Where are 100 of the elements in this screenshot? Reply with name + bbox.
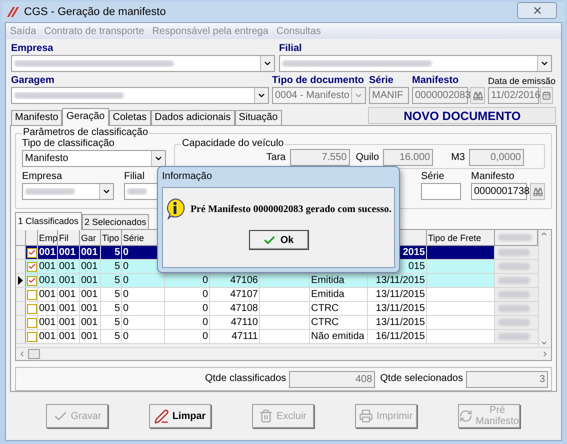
blurred-value — [498, 277, 530, 284]
table-cell: CTRC — [311, 316, 339, 328]
table-row[interactable]: 001 001 001 5 0 0 47108 CTRC 13/11/2015 — [16, 302, 538, 316]
tab[interactable]: Manifesto — [11, 110, 62, 125]
blurred-value — [498, 305, 530, 312]
search-button[interactable] — [530, 183, 545, 200]
close-icon — [532, 5, 542, 16]
table-cell: 0 — [202, 316, 208, 328]
table-row[interactable]: 001 001 001 5 0 0 47110 CTRC 13/11/2015 — [16, 316, 538, 330]
table-cell: 16/11/2015 — [376, 330, 425, 342]
blurred-value — [498, 263, 530, 270]
table-row[interactable]: 001 001 001 5 0 0 47107 Emitida 13/11/2015 — [16, 288, 538, 302]
table-cell: 0 — [123, 316, 129, 328]
table-cell: 47111 — [232, 330, 258, 342]
ok-button[interactable]: Ok — [248, 230, 308, 250]
field-label: Empresa — [22, 171, 64, 183]
scroll-up-icon[interactable] — [540, 230, 548, 238]
tab[interactable]: 1 Classificados — [15, 212, 82, 230]
table-cell: 015 — [408, 260, 425, 272]
blurred-value — [25, 188, 75, 195]
tab[interactable]: 2 Selecionados — [82, 214, 150, 229]
tab[interactable]: Situação — [234, 110, 282, 125]
text-field[interactable]: 0000001738 — [471, 183, 527, 200]
table-cell: 001 — [59, 302, 76, 314]
text-field[interactable]: 0,0000 — [469, 149, 524, 166]
checkbox[interactable] — [26, 290, 36, 300]
column-header[interactable]: Gar — [81, 232, 96, 244]
checkbox[interactable] — [26, 304, 36, 314]
toolbar-button[interactable]: Limpar — [149, 404, 211, 428]
scroll-right-icon[interactable] — [541, 350, 549, 358]
blurred-value — [498, 333, 530, 340]
dropdown-field[interactable] — [11, 87, 269, 104]
column-header[interactable]: Tipo de Frete — [428, 232, 482, 244]
calendar-button[interactable] — [540, 87, 553, 104]
table-cell: 001 — [59, 246, 76, 258]
checkbox[interactable] — [26, 262, 36, 272]
scroll-down-icon[interactable] — [540, 339, 548, 347]
table-row[interactable]: 001 001 001 5 0 0 47106 Emitida 13/11/2015 — [16, 274, 538, 288]
binoculars-icon — [472, 90, 482, 100]
table-cell: 001 — [59, 274, 76, 286]
table-cell: 001 — [81, 274, 98, 286]
dropdown-field[interactable] — [22, 183, 114, 200]
scroll-left-icon[interactable] — [18, 350, 26, 358]
tab[interactable]: Coletas — [108, 110, 151, 125]
column-header[interactable]: Fil — [59, 232, 68, 244]
text-field[interactable]: 16.000 — [383, 149, 434, 166]
table-cell: 5 — [114, 316, 120, 328]
text-field[interactable] — [421, 183, 461, 200]
scroll-thumb[interactable] — [28, 349, 40, 359]
trash-icon — [259, 409, 274, 423]
vertical-scrollbar[interactable] — [538, 230, 548, 347]
field-label: Filial — [279, 43, 303, 55]
text-field[interactable]: 3 — [466, 370, 548, 388]
table-cell: 47107 — [230, 288, 258, 300]
checkbox[interactable] — [26, 332, 36, 342]
table-cell: 001 — [39, 274, 56, 286]
blurred-value — [498, 291, 530, 298]
field-label: Filial — [124, 171, 145, 183]
table-cell: 001 — [59, 288, 76, 300]
field-label: Garagem — [11, 75, 56, 87]
dropdown-field[interactable]: 0004 - Manifesto — [272, 87, 366, 104]
dropdown-field[interactable] — [279, 55, 552, 72]
checkbox[interactable] — [26, 276, 36, 286]
field-label: Data de emissão — [488, 75, 556, 87]
table-cell: 13/11/2015 — [376, 274, 425, 286]
binoculars-icon — [532, 186, 542, 196]
pen-icon — [154, 408, 170, 424]
table-cell: 001 — [81, 302, 98, 314]
table-cell: 001 — [39, 330, 56, 342]
group-title: Capacidade do veículo — [181, 138, 285, 150]
horizontal-scrollbar[interactable] — [16, 347, 551, 360]
table-row[interactable]: 001 001 001 5 0 0 47111 Não emitida 16/11/2015 — [16, 330, 538, 344]
table-cell: 001 — [59, 330, 76, 342]
dropdown-field[interactable]: Manifesto — [22, 150, 166, 167]
checkbox[interactable] — [26, 248, 36, 258]
field-label: Série — [421, 171, 446, 183]
table-cell: 0 — [202, 302, 208, 314]
dialog-message: Pré Manifesto 0000002083 gerado com sucesso. — [190, 202, 392, 216]
check-icon — [263, 234, 276, 246]
table-cell: 001 — [81, 316, 98, 328]
column-header[interactable]: Emp — [39, 232, 57, 244]
status-text: NOVO DOCUMENTO — [368, 107, 556, 124]
tab[interactable]: Geração — [62, 108, 109, 126]
column-header[interactable]: Tipo — [102, 232, 120, 244]
close-button[interactable] — [517, 2, 557, 19]
search-button[interactable] — [470, 87, 485, 104]
table-cell: 001 — [39, 316, 56, 328]
table-cell: 001 — [81, 288, 98, 300]
field-label: M3 — [451, 152, 465, 164]
table-cell: 5 — [114, 274, 120, 286]
text-field[interactable]: MANIF — [369, 87, 409, 104]
text-field[interactable]: 408 — [289, 370, 376, 388]
tab[interactable]: Dados adicionais — [150, 110, 235, 125]
text-field[interactable]: 7.550 — [290, 149, 350, 166]
column-header[interactable]: Série — [123, 232, 144, 244]
field-label: Série — [369, 75, 394, 87]
checkbox[interactable] — [26, 318, 36, 328]
dropdown-field[interactable] — [11, 55, 275, 72]
table-cell: 001 — [39, 302, 56, 314]
table-cell: 47106 — [230, 274, 258, 286]
